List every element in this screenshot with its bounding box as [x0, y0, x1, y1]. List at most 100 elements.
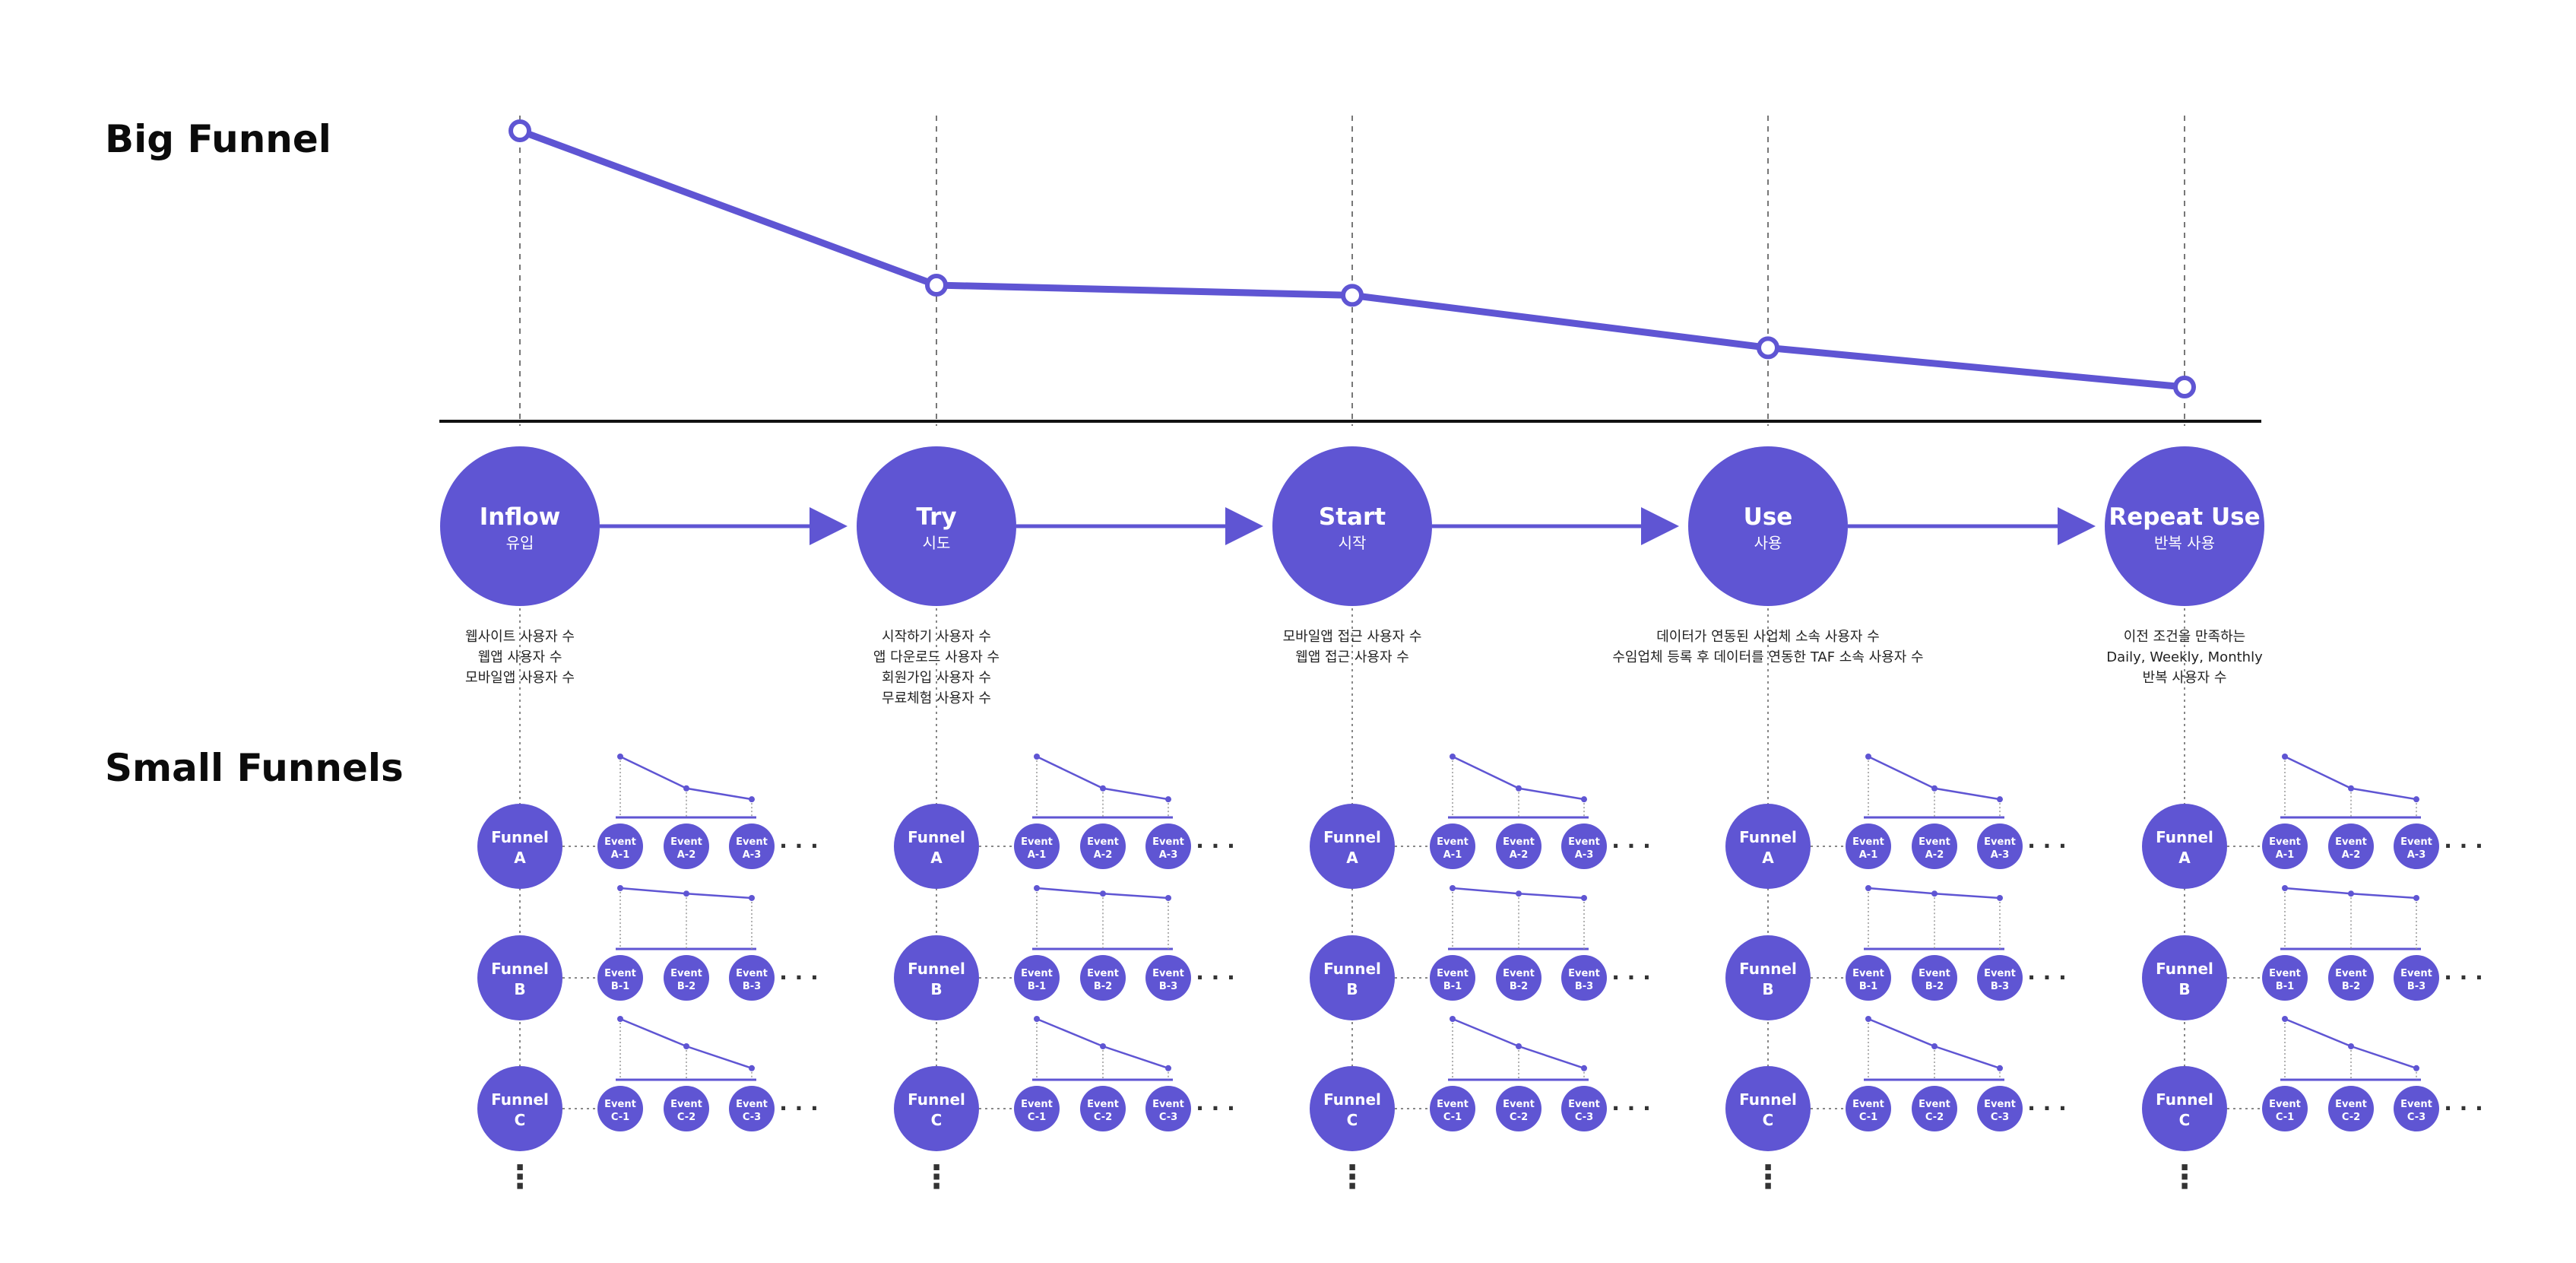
funnel-letter: A — [1762, 849, 1774, 867]
mini-chart-point — [1034, 754, 1040, 760]
mini-chart-point — [1100, 1043, 1106, 1049]
funnel-label: Funnel — [908, 960, 965, 978]
more-events-ellipsis: · · · — [1611, 965, 1650, 990]
event-label: Event — [604, 1099, 636, 1110]
event-id: A-1 — [611, 849, 630, 861]
event-id: A-3 — [2407, 849, 2426, 861]
stage-description-line: 모바일앱 접근 사용자 수 — [1283, 629, 1422, 645]
funnel-letter: A — [930, 849, 943, 867]
event-id: C-1 — [1859, 1112, 1877, 1123]
funnel-circle-b — [2142, 935, 2227, 1020]
event-id: C-2 — [1510, 1112, 1528, 1123]
mini-chart-point — [1865, 1016, 1871, 1022]
event-label: Event — [1919, 1099, 1950, 1110]
stage-description-line: 웹앱 사용자 수 — [478, 649, 562, 665]
mini-chart-point — [2413, 796, 2419, 803]
event-label: Event — [1568, 836, 1600, 848]
funnel-label: Funnel — [491, 1090, 549, 1109]
mini-chart-point — [617, 1016, 623, 1022]
stage-title: Use — [1744, 503, 1793, 531]
event-label: Event — [1021, 1099, 1053, 1110]
event-id: B-3 — [743, 981, 761, 992]
event-label: Event — [1568, 968, 1600, 979]
mini-chart-point — [1034, 1016, 1040, 1022]
stage-subtitle: 사용 — [1754, 534, 1782, 552]
more-events-ellipsis: · · · — [779, 833, 818, 858]
event-label: Event — [736, 968, 768, 979]
mini-chart-point — [617, 754, 623, 760]
funnel-label: Funnel — [1739, 828, 1797, 846]
funnel-label: Funnel — [2156, 828, 2213, 846]
stage-description-line: 모바일앱 사용자 수 — [465, 670, 575, 686]
mini-chart-point — [2348, 1043, 2354, 1049]
event-id: B-3 — [1159, 981, 1177, 992]
event-id: B-1 — [2276, 981, 2294, 992]
mini-chart-point — [1581, 1065, 1587, 1071]
mini-chart-point — [1997, 894, 2003, 901]
event-label: Event — [1503, 968, 1535, 979]
more-events-ellipsis: · · · — [779, 965, 818, 990]
stage-description-line: 회원가입 사용자 수 — [882, 670, 991, 686]
big-funnel-point-4 — [1757, 336, 1779, 360]
event-id: C-3 — [1159, 1112, 1177, 1123]
funnel-letter: C — [1763, 1111, 1774, 1129]
funnel-letter: B — [1762, 980, 1773, 998]
more-events-ellipsis: · · · — [1196, 965, 1234, 990]
event-label: Event — [1437, 836, 1469, 848]
stage-subtitle: 시작 — [1339, 534, 1367, 552]
event-id: A-1 — [2276, 849, 2295, 861]
event-label: Event — [1919, 836, 1950, 848]
more-events-ellipsis: · · · — [2444, 965, 2483, 990]
event-id: A-1 — [1859, 849, 1878, 861]
event-label: Event — [1021, 968, 1053, 979]
mini-chart-point — [2348, 890, 2354, 897]
stage-subtitle: 시도 — [923, 534, 951, 552]
event-id: B-2 — [677, 981, 695, 992]
mini-chart-point — [1450, 754, 1456, 760]
event-label: Event — [1503, 1099, 1535, 1110]
event-id: B-2 — [1094, 981, 1112, 992]
mini-chart-point — [2413, 1065, 2419, 1071]
funnel-letter: A — [1346, 849, 1358, 867]
more-events-ellipsis: · · · — [2027, 833, 2066, 858]
event-label: Event — [1852, 968, 1884, 979]
stage-title: Start — [1319, 503, 1386, 531]
event-id: A-2 — [677, 849, 696, 861]
event-label: Event — [1152, 1099, 1184, 1110]
stage-description-line: 앱 다운로드 사용자 수 — [873, 649, 1000, 665]
small-funnels-grid: FunnelAEventA-1EventA-2EventA-3 · · ·Funn… — [477, 754, 2483, 1195]
funnel-circle-c — [1725, 1066, 1811, 1151]
mini-chart-point — [1516, 1043, 1522, 1049]
more-events-ellipsis: · · · — [1196, 833, 1234, 858]
mini-chart-point — [1450, 1016, 1456, 1022]
more-funnels-ellipsis: ⋮ — [504, 1158, 536, 1195]
mini-chart-point — [683, 1043, 689, 1049]
funnel-circle-c — [2142, 1066, 2227, 1151]
stage-description-line: 이전 조건을 만족하는 — [2124, 629, 2245, 645]
event-label: Event — [670, 1099, 702, 1110]
mini-chart-point — [2282, 1016, 2288, 1022]
funnel-label: Funnel — [1323, 960, 1381, 978]
more-events-ellipsis: · · · — [2444, 833, 2483, 858]
event-id: B-3 — [2407, 981, 2425, 992]
event-label: Event — [1437, 1099, 1469, 1110]
mini-chart-point — [1516, 890, 1522, 897]
event-id: C-1 — [611, 1112, 629, 1123]
stage-subtitle: 유입 — [506, 534, 534, 552]
event-id: B-1 — [611, 981, 629, 992]
stage-title: Try — [916, 503, 956, 531]
stage-description-line: 데이터가 연동된 사업체 소속 사용자 수 — [1656, 629, 1880, 645]
mini-chart-point — [1034, 885, 1040, 891]
funnel-label: Funnel — [908, 1090, 965, 1109]
more-funnels-ellipsis: ⋮ — [920, 1158, 952, 1195]
funnel-letter: B — [1346, 980, 1358, 998]
funnel-circle-a — [2142, 804, 2227, 889]
mini-chart-point — [2348, 785, 2354, 792]
event-label: Event — [2400, 1099, 2432, 1110]
funnel-circle-b — [477, 935, 562, 1020]
event-label: Event — [1852, 1099, 1884, 1110]
event-label: Event — [1852, 836, 1884, 848]
mini-chart-point — [1165, 1065, 1171, 1071]
mini-chart-point — [1100, 785, 1106, 792]
mini-chart-point — [2282, 754, 2288, 760]
